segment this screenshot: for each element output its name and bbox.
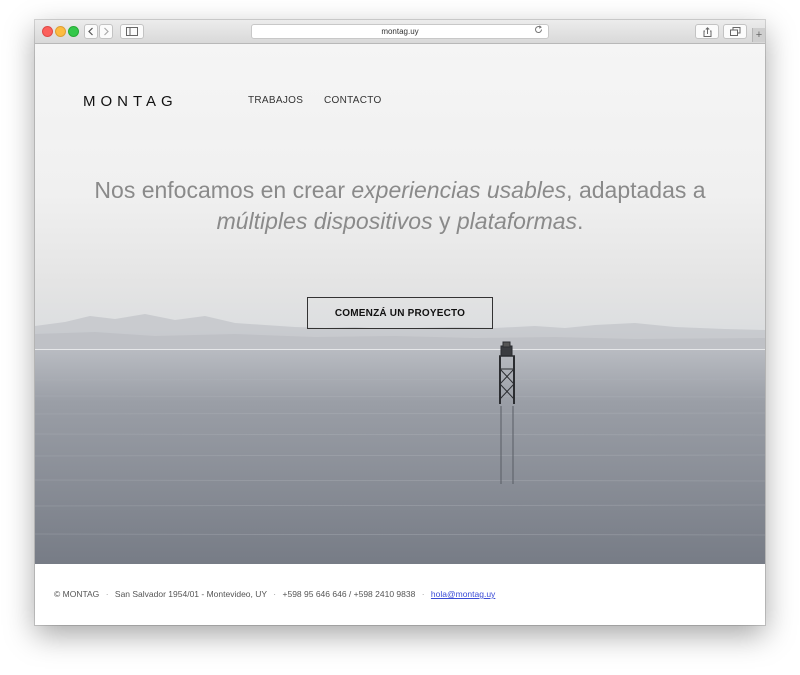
footer-separator: · [421, 589, 425, 599]
start-project-button[interactable]: COMENZÁ UN PROYECTO [307, 297, 493, 329]
share-button[interactable] [695, 24, 719, 39]
minimize-window-button[interactable] [55, 26, 66, 37]
footer-email-link[interactable]: hola@montag.uy [431, 589, 495, 599]
forward-button[interactable] [99, 24, 113, 39]
hero-headline: Nos enfocamos en crear experiencias usab… [94, 177, 706, 234]
zoom-window-button[interactable] [68, 26, 79, 37]
share-icon [703, 26, 711, 37]
reload-icon[interactable] [534, 25, 543, 38]
browser-window: montag.uy + MONTAG TRABAJOS CONTACTO Nos… [35, 20, 765, 625]
sidebar-icon [126, 27, 138, 36]
footer-address: San Salvador 1954/01 - Montevideo, UY [114, 589, 267, 599]
tabs-button[interactable] [723, 24, 747, 39]
hero-section: MONTAG TRABAJOS CONTACTO Nos enfocamos e… [35, 44, 765, 564]
new-tab-button[interactable]: + [752, 28, 765, 42]
footer-contact-line: © MONTAG · San Salvador 1954/01 - Montev… [54, 589, 495, 599]
chevron-left-icon [88, 27, 93, 36]
sidebar-button[interactable] [120, 24, 144, 39]
close-window-button[interactable] [42, 26, 53, 37]
brand-logo[interactable]: MONTAG [83, 93, 178, 110]
browser-toolbar: montag.uy + [35, 20, 765, 44]
back-button[interactable] [84, 24, 98, 39]
footer-separator: · [105, 589, 109, 599]
footer-copyright: © MONTAG [54, 589, 100, 599]
site-footer: © MONTAG · San Salvador 1954/01 - Montev… [35, 564, 765, 625]
chevron-right-icon [104, 27, 109, 36]
footer-separator: · [273, 589, 277, 599]
tabs-icon [729, 27, 740, 36]
nav-contacto[interactable]: CONTACTO [324, 95, 382, 106]
address-bar[interactable]: montag.uy [251, 24, 549, 39]
url-text: montag.uy [381, 27, 419, 36]
nav-trabajos[interactable]: TRABAJOS [248, 95, 303, 106]
footer-phones: +598 95 646 646 / +598 2410 9838 [282, 589, 416, 599]
